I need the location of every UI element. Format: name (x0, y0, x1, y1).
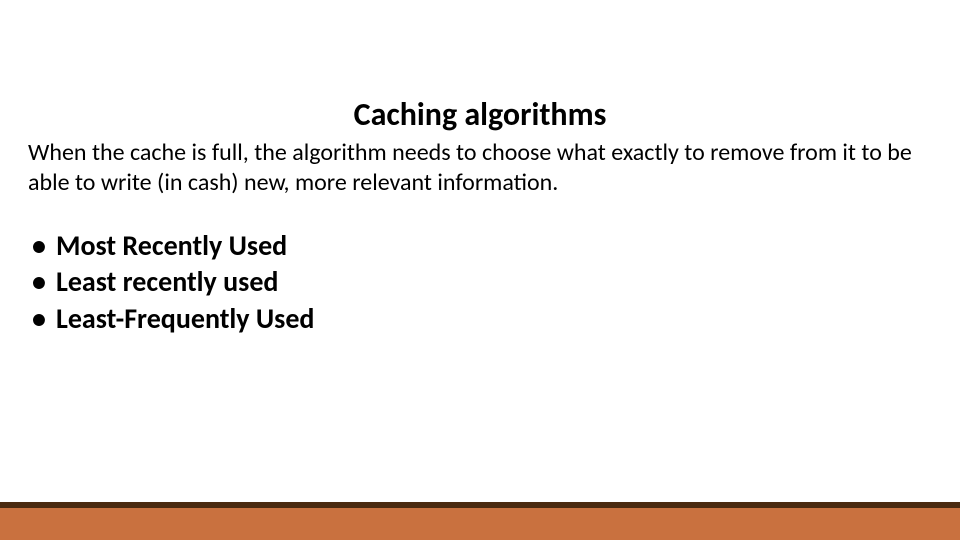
slide-description: When the cache is full, the algorithm ne… (28, 138, 932, 198)
list-item: Least recently used (32, 264, 932, 300)
bullet-list: Most Recently Used Least recently used L… (28, 228, 932, 337)
slide-content: Caching algorithms When the cache is ful… (0, 0, 960, 337)
list-item: Most Recently Used (32, 228, 932, 264)
list-item: Least-Frequently Used (32, 301, 932, 337)
slide-title: Caching algorithms (28, 95, 932, 134)
slide-footer (0, 502, 960, 540)
footer-main-bar (0, 508, 960, 540)
